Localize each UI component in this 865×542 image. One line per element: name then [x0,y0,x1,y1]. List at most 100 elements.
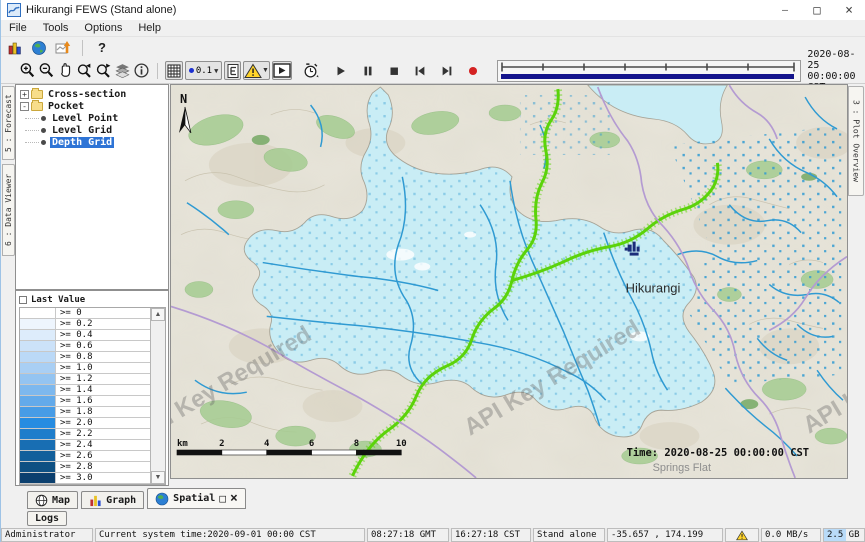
maximize-icon[interactable]: □ [801,0,833,20]
zoom-out-icon[interactable] [38,61,55,80]
legend-scrollbar[interactable]: ▲ ▼ [150,308,165,484]
tree-collapse-icon[interactable]: - [20,102,29,111]
tab-forecast[interactable]: 5 : Forecast [2,86,15,160]
data-viewer-icon[interactable] [5,38,25,57]
tab-map[interactable]: Map [27,491,78,509]
map-globe-icon[interactable] [29,38,49,57]
skip-to-start-button[interactable] [412,61,428,80]
scroll-up-icon[interactable]: ▲ [151,308,165,321]
scale-tick: 8 [354,439,359,449]
warning-thresholds-toggle[interactable]: ▼ [243,61,270,80]
legend-row-label: >= 3.2 [56,484,93,485]
play-button[interactable] [333,61,349,80]
pan-hand-icon[interactable] [57,61,74,80]
legend-row: >= 3.2 [20,484,150,485]
tab-data-viewer[interactable]: 6 : Data Viewer [2,164,15,256]
tab-maximize-icon[interactable]: □ [219,494,226,504]
menu-tools[interactable]: Tools [35,22,77,34]
tab-graph-label: Graph [106,495,136,506]
grid-display-icon[interactable] [53,38,73,57]
app-window: Hikurangi FEWS (Stand alone) — □ × File … [0,0,865,542]
toolbar-separator [157,63,158,79]
pause-button[interactable] [359,61,375,80]
legend-row-label: >= 1.4 [56,385,93,395]
minimize-icon[interactable]: — [769,0,801,20]
legend-color-swatch [20,451,56,461]
status-network-rate: 0.0 MB/s [761,528,821,542]
globe-icon [155,492,169,506]
layers-icon[interactable] [114,61,131,80]
scale-tick: 10 [396,439,407,449]
scale-unit: km [177,439,188,449]
map-view[interactable]: API Key Required API Key Required API Ke… [170,84,848,479]
legend-color-swatch [20,407,56,417]
legend-row: >= 0.2 [20,319,150,330]
tree-node-label[interactable]: Level Point [50,113,120,124]
toolbar-separator [82,40,83,56]
status-warning-cell[interactable] [725,528,759,542]
tree-row-level-grid[interactable]: Level Grid [16,124,168,136]
animation-export-toggle[interactable] [272,61,292,80]
scale-tick: 6 [309,439,314,449]
last-value-checkbox[interactable] [19,296,27,304]
zoom-next-icon[interactable] [95,61,112,80]
legend-row-label: >= 2.4 [56,440,93,450]
tab-plot-overview[interactable]: 3 : Plot Overview [848,86,864,196]
menu-help[interactable]: Help [130,22,169,34]
status-user: Administrator [1,528,93,542]
tab-graph[interactable]: Graph [81,491,144,509]
legend-color-swatch [20,396,56,406]
zoom-previous-icon[interactable] [76,61,93,80]
classification-toggle[interactable] [224,61,241,80]
close-icon[interactable]: × [833,0,865,20]
class-value: 0.1 [196,66,212,76]
legend-row-label: >= 1.0 [56,363,93,373]
menu-bar: File Tools Options Help [1,20,865,37]
menu-options[interactable]: Options [76,22,130,34]
legend-row-label: >= 2.0 [56,418,93,428]
right-tab-strip: 3 : Plot Overview [847,84,865,487]
tree-node-label[interactable]: Level Grid [50,125,114,136]
tree-row-cross-section[interactable]: + Cross-section [16,88,168,100]
animation-timer-icon[interactable] [302,61,319,80]
time-slider[interactable] [497,60,801,82]
tree-node-label[interactable]: Cross-section [46,89,128,100]
legend-row: >= 2.6 [20,451,150,462]
tree-row-depth-grid[interactable]: Depth Grid [16,136,168,148]
legend-row: >= 0.8 [20,352,150,363]
status-coordinates: -35.657 , 174.199 [607,528,723,542]
legend-color-swatch [20,363,56,373]
bullet-icon [41,128,46,133]
info-icon[interactable] [133,61,150,80]
legend-color-swatch [20,484,56,485]
class-value-dropdown[interactable]: 0.1 ▼ [185,61,222,80]
skip-to-end-button[interactable] [439,61,455,80]
status-local-time: 16:27:18 CST [451,528,531,542]
zoom-in-icon[interactable] [19,61,36,80]
level-point-dots [520,95,610,155]
menu-file[interactable]: File [1,22,35,34]
stop-button[interactable] [386,61,402,80]
tab-spatial[interactable]: Spatial □ × [147,488,246,509]
status-bar: Administrator Current system time:2020-0… [1,528,865,542]
tree-row-pocket[interactable]: - Pocket [16,100,168,112]
legend-row: >= 0.6 [20,341,150,352]
tree-expand-icon[interactable]: + [20,90,29,99]
legend-color-swatch [20,462,56,472]
tree-node-label-selected[interactable]: Depth Grid [50,137,114,148]
legend-row-label: >= 0.6 [56,341,93,351]
grid-overlay-toggle[interactable] [165,61,183,80]
tree-row-level-point[interactable]: Level Point [16,112,168,124]
legend-color-swatch [20,352,56,362]
scroll-down-icon[interactable]: ▼ [151,471,165,484]
tree-node-label[interactable]: Pocket [46,101,86,112]
legend-row-label: >= 1.6 [56,396,93,406]
tab-close-icon[interactable]: × [230,494,238,504]
logs-button[interactable]: Logs [27,511,67,526]
map-time-label: Time: 2020-08-25 00:00:00 CST [627,447,810,459]
record-button[interactable] [465,61,481,80]
legend-color-swatch [20,473,56,483]
legend-row: >= 1.6 [20,396,150,407]
help-button[interactable]: ? [92,40,112,55]
legend-row: >= 1.8 [20,407,150,418]
